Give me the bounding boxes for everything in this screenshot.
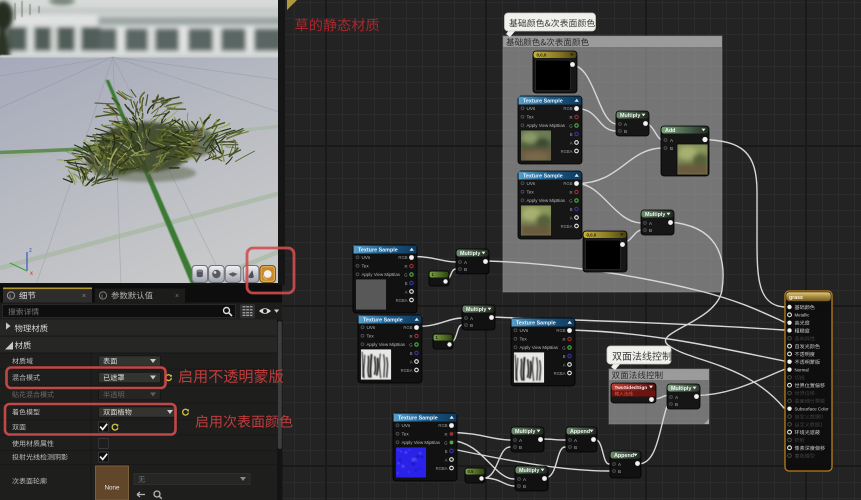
svg-text:Subsurface Color: Subsurface Color: [795, 407, 829, 412]
svg-text:B: B: [624, 129, 627, 134]
svg-text:B: B: [574, 445, 577, 450]
svg-text:B: B: [464, 267, 467, 272]
svg-text:Texture Sample: Texture Sample: [358, 248, 398, 254]
svg-text:UVs: UVs: [520, 328, 529, 333]
svg-text:Tex: Tex: [402, 432, 410, 437]
svg-text:G: G: [404, 272, 407, 277]
svg-text:RGB: RGB: [556, 328, 565, 333]
svg-text:RGB: RGB: [563, 181, 572, 186]
svg-text:grass: grass: [789, 295, 803, 301]
svg-text:0,0,0: 0,0,0: [537, 53, 547, 58]
svg-text:Multiply: Multiply: [519, 468, 539, 474]
svg-text:×: ×: [175, 293, 179, 300]
svg-text:A: A: [563, 362, 566, 367]
svg-text:Tex: Tex: [362, 264, 370, 269]
svg-text:Multiply: Multiply: [515, 429, 535, 435]
svg-text:Apply View MipBias: Apply View MipBias: [402, 440, 441, 445]
svg-text:RGBA: RGBA: [436, 466, 448, 471]
svg-text:B: B: [570, 207, 573, 212]
svg-text:Texture Sample: Texture Sample: [363, 318, 403, 324]
svg-text:Multiply: Multiply: [671, 386, 691, 392]
svg-text:B: B: [563, 354, 566, 359]
svg-text:A: A: [570, 140, 573, 145]
svg-text:None: None: [105, 485, 120, 492]
svg-text:RGB: RGB: [398, 255, 407, 260]
svg-text:z: z: [29, 248, 32, 254]
svg-text:×: ×: [82, 293, 86, 300]
svg-text:Tex: Tex: [527, 190, 535, 195]
svg-text:Apply View MipBias: Apply View MipBias: [527, 198, 566, 203]
svg-text:B: B: [523, 484, 526, 489]
svg-text:UVs: UVs: [362, 255, 371, 260]
svg-text:RGBA: RGBA: [396, 298, 408, 303]
svg-text:G: G: [569, 123, 572, 128]
svg-text:Tex: Tex: [520, 337, 528, 342]
svg-text:RGB: RGB: [563, 106, 572, 111]
svg-text:UVs: UVs: [527, 106, 536, 111]
svg-text:Texture Sample: Texture Sample: [523, 99, 563, 105]
svg-text:B: B: [470, 323, 473, 328]
svg-text:RGBA: RGBA: [554, 371, 566, 376]
svg-text:A: A: [445, 457, 448, 462]
svg-text:RGBA: RGBA: [561, 149, 573, 154]
svg-text:Metallic: Metallic: [795, 313, 811, 318]
svg-text:B: B: [618, 469, 621, 474]
svg-text:RGBA: RGBA: [401, 368, 413, 373]
svg-text:Texture Sample: Texture Sample: [523, 174, 563, 180]
svg-text:A: A: [405, 289, 408, 294]
svg-text:Multiply: Multiply: [460, 251, 480, 257]
svg-text:G: G: [409, 342, 412, 347]
svg-text:A: A: [410, 359, 413, 364]
svg-text:Normal: Normal: [795, 367, 809, 372]
svg-text:Add: Add: [665, 128, 675, 134]
svg-text:G: G: [444, 440, 447, 445]
svg-text:UVs: UVs: [367, 325, 376, 330]
svg-text:B: B: [675, 402, 678, 407]
svg-text:R: R: [569, 190, 572, 195]
svg-text:UVs: UVs: [527, 181, 536, 186]
svg-text:Tex: Tex: [527, 115, 535, 120]
svg-text:Apply View MipBias: Apply View MipBias: [527, 123, 566, 128]
svg-text:B: B: [670, 146, 673, 151]
svg-text:Apply View MipBias: Apply View MipBias: [362, 272, 401, 277]
svg-text:TwoSidedSign: TwoSidedSign: [615, 385, 648, 391]
svg-text:B: B: [405, 281, 408, 286]
svg-text:G: G: [569, 198, 572, 203]
svg-text:x: x: [30, 271, 33, 277]
svg-text:B: B: [519, 445, 522, 450]
svg-text:Texture Sample: Texture Sample: [516, 321, 556, 327]
svg-text:RGB: RGB: [438, 423, 447, 428]
svg-text:R: R: [569, 115, 572, 120]
svg-text:Append: Append: [614, 453, 634, 459]
svg-text:R: R: [404, 264, 407, 269]
svg-text:0,0,0: 0,0,0: [587, 233, 597, 238]
svg-text:B: B: [410, 351, 413, 356]
svg-text:RGBA: RGBA: [561, 224, 573, 229]
svg-text:Tex: Tex: [367, 334, 375, 339]
svg-text:B: B: [649, 228, 652, 233]
svg-text:UVs: UVs: [402, 423, 411, 428]
svg-text:Append: Append: [570, 429, 590, 435]
svg-text:0.5: 0.5: [468, 469, 474, 474]
svg-text:Apply View MipBias: Apply View MipBias: [367, 342, 406, 347]
svg-text:B: B: [570, 132, 573, 137]
svg-text:G: G: [562, 345, 565, 350]
svg-text:Multiply: Multiply: [645, 212, 665, 218]
svg-text:B: B: [445, 449, 448, 454]
svg-text:A: A: [570, 215, 573, 220]
svg-text:Texture Sample: Texture Sample: [398, 416, 438, 422]
svg-text:Multiply: Multiply: [620, 113, 640, 119]
svg-text:R: R: [562, 337, 565, 342]
svg-text:R: R: [409, 334, 412, 339]
svg-text:RGB: RGB: [403, 325, 412, 330]
svg-text:Apply View MipBias: Apply View MipBias: [520, 345, 559, 350]
svg-text:Multiply: Multiply: [466, 307, 486, 313]
svg-text:R: R: [444, 432, 447, 437]
